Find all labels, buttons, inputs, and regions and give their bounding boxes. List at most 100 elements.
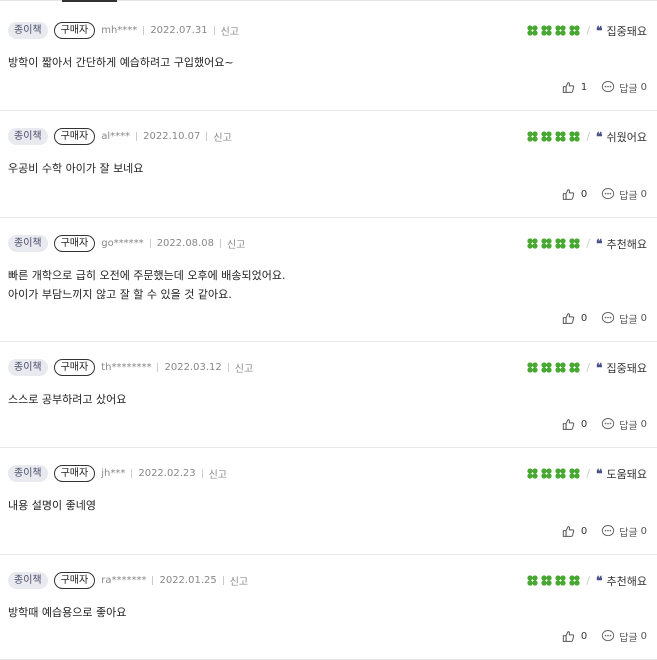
clover-icon: [541, 25, 552, 36]
report-link[interactable]: 신고: [230, 573, 248, 588]
rating-divider: /: [586, 130, 591, 143]
meta-divider: [149, 239, 151, 248]
reply-button[interactable]: 답글 0: [601, 417, 647, 432]
buyer-badge: 구매자: [53, 359, 96, 376]
like-count: 0: [580, 312, 588, 324]
speech-bubble-icon: [602, 525, 615, 537]
format-badge: 종이책: [8, 572, 48, 589]
like-button[interactable]: 0: [562, 630, 587, 643]
clover-icon: [555, 131, 566, 142]
review-meta: 종이책 구매자 go****** 2022.08.08 신고: [8, 235, 245, 252]
review-content: 내용 설명이 좋네영: [8, 496, 96, 515]
quote-icon: ❝: [596, 573, 603, 588]
review-content: 빠른 개학으로 급히 오전에 주문했는데 오후에 배송되었어요. 아이가 부담느끼…: [8, 266, 285, 304]
review-date: 2022.02.23: [138, 468, 196, 479]
review-actions: 0 답글 0: [562, 310, 647, 326]
review-date: 2022.01.25: [159, 575, 217, 586]
clover-rating: [527, 362, 580, 373]
report-link[interactable]: 신고: [221, 23, 239, 38]
rating-divider: /: [586, 237, 591, 250]
clover-icon: [527, 362, 538, 373]
meta-divider: [213, 26, 215, 35]
clover-icon: [555, 238, 566, 249]
review-item: 종이책 구매자 mh**** 2022.07.31 신고 / ❝ 집중돼요 방학…: [0, 5, 657, 111]
format-badge: 종이책: [8, 235, 48, 252]
review-actions: 0 답글 0: [562, 523, 647, 539]
thumbs-up-icon: [562, 188, 575, 200]
meta-divider: [201, 469, 203, 478]
clover-icon: [527, 575, 538, 586]
like-count: 0: [580, 418, 588, 430]
meta-divider: [157, 363, 159, 372]
reply-count: 0: [640, 525, 647, 537]
clover-icon: [527, 131, 538, 142]
review-date: 2022.03.12: [164, 362, 222, 373]
format-badge: 종이책: [8, 128, 48, 145]
review-keyword: 집중돼요: [606, 361, 647, 375]
clover-icon: [527, 238, 538, 249]
speech-bubble-icon: [602, 630, 615, 642]
clover-icon: [569, 362, 580, 373]
reply-button[interactable]: 답글 0: [601, 80, 647, 95]
review-actions: 0 답글 0: [562, 628, 647, 644]
review-keyword: 도움돼요: [606, 467, 647, 481]
reply-label: 답글: [619, 190, 638, 202]
reply-button[interactable]: 답글 0: [601, 524, 647, 539]
like-count: 0: [580, 630, 588, 642]
reply-button[interactable]: 답글 0: [601, 629, 647, 644]
report-link[interactable]: 신고: [235, 360, 253, 375]
speech-bubble-icon: [602, 418, 615, 430]
report-link[interactable]: 신고: [227, 236, 245, 251]
review-text-line: 방학때 예습용으로 좋아요: [8, 606, 127, 619]
clover-icon: [541, 468, 552, 479]
clover-icon: [527, 25, 538, 36]
review-keyword: 집중돼요: [606, 24, 647, 38]
reply-label: 답글: [619, 314, 638, 326]
review-rating: / ❝ 추천해요: [527, 572, 647, 589]
review-meta: 종이책 구매자 mh**** 2022.07.31 신고: [8, 22, 239, 39]
review-date: 2022.10.07: [143, 131, 201, 142]
like-button[interactable]: 1: [562, 81, 587, 94]
clover-icon: [541, 575, 552, 586]
clover-icon: [527, 468, 538, 479]
like-count: 1: [580, 81, 588, 93]
like-button[interactable]: 0: [562, 312, 587, 325]
rating-divider: /: [586, 24, 591, 37]
quote-icon: ❝: [596, 360, 603, 375]
rating-divider: /: [586, 574, 591, 587]
reply-button[interactable]: 답글 0: [601, 187, 647, 202]
thumbs-up-icon: [562, 525, 575, 537]
clover-icon: [569, 131, 580, 142]
format-badge: 종이책: [8, 359, 48, 376]
review-meta: 종이책 구매자 th******** 2022.03.12 신고: [8, 359, 253, 376]
review-keyword: 쉬웠어요: [606, 130, 647, 144]
active-tab-indicator: [62, 0, 117, 2]
reply-button[interactable]: 답글 0: [601, 311, 647, 326]
report-link[interactable]: 신고: [209, 466, 227, 481]
reviewer-id: ra*******: [101, 575, 147, 586]
review-actions: 0 답글 0: [562, 416, 647, 432]
report-link[interactable]: 신고: [213, 129, 231, 144]
review-list: 종이책 구매자 mh**** 2022.07.31 신고 / ❝ 집중돼요 방학…: [0, 5, 657, 660]
review-rating: / ❝ 도움돼요: [527, 465, 647, 482]
like-button[interactable]: 0: [562, 188, 587, 201]
speech-bubble-icon: [602, 81, 615, 93]
meta-divider: [222, 576, 224, 585]
speech-bubble-icon: [602, 188, 615, 200]
thumbs-up-icon: [562, 81, 575, 93]
meta-divider: [206, 132, 208, 141]
review-item: 종이책 구매자 ra******* 2022.01.25 신고 / ❝ 추천해요…: [0, 555, 657, 660]
reply-count: 0: [640, 312, 647, 324]
quote-icon: ❝: [596, 466, 603, 481]
like-button[interactable]: 0: [562, 418, 587, 431]
reviewer-id: al****: [101, 131, 131, 142]
review-keyword: 추천해요: [606, 574, 647, 588]
clover-icon: [569, 25, 580, 36]
clover-icon: [555, 362, 566, 373]
review-actions: 0 답글 0: [562, 186, 647, 202]
review-item: 종이책 구매자 al**** 2022.10.07 신고 / ❝ 쉬웠어요 우공…: [0, 111, 657, 218]
clover-rating: [527, 238, 580, 249]
like-button[interactable]: 0: [562, 525, 587, 538]
review-rating: / ❝ 집중돼요: [527, 359, 647, 376]
reviewer-id: mh****: [101, 25, 138, 36]
